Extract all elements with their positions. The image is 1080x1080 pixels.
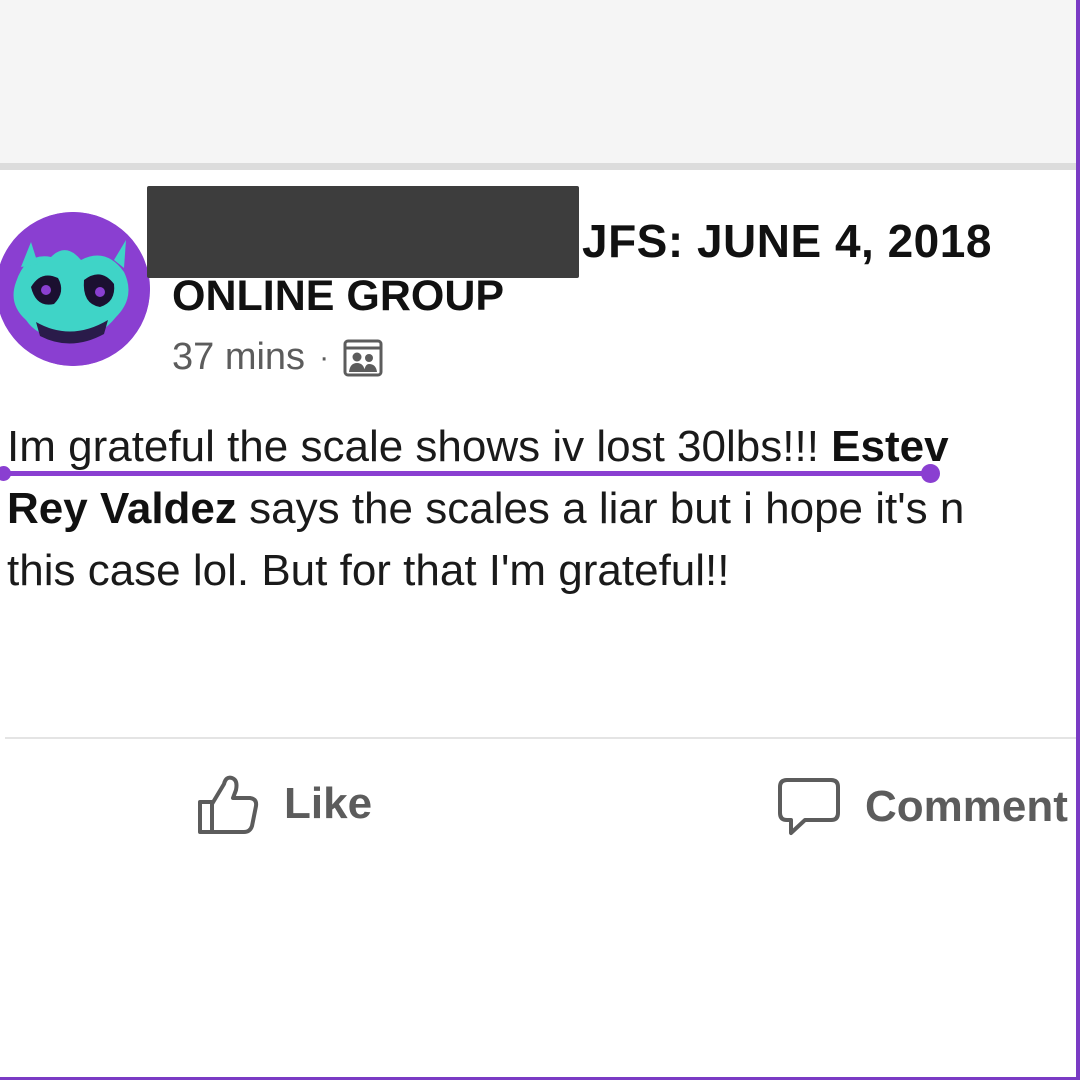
group-title-line2[interactable]: ONLINE GROUP bbox=[172, 272, 504, 321]
top-divider bbox=[0, 163, 1080, 170]
post-body-text-2: says the scales a liar but i hope it's n bbox=[236, 484, 965, 533]
post-body-text-1: Im grateful the scale shows iv lost 30lb… bbox=[7, 422, 832, 471]
top-band bbox=[0, 0, 1080, 165]
like-label: Like bbox=[284, 779, 373, 828]
mention-link-2[interactable]: Rey Valdez bbox=[7, 484, 237, 533]
post-body-line3: this case lol. But for that I'm grateful… bbox=[7, 546, 730, 595]
comment-button[interactable]: Comment bbox=[777, 776, 1068, 838]
group-icon bbox=[343, 338, 383, 378]
group-title-line1[interactable]: JFS: JUNE 4, 2018 bbox=[582, 214, 992, 268]
post-screenshot: JFS: JUNE 4, 2018 ONLINE GROUP 37 mins ·… bbox=[0, 0, 1080, 1080]
thumbs-up-icon bbox=[198, 775, 259, 834]
highlight-knob-right bbox=[921, 464, 940, 483]
post-body-line1: Im grateful the scale shows iv lost 30lb… bbox=[7, 416, 1080, 478]
meta-separator: · bbox=[319, 340, 330, 374]
post-body-line2: Rey Valdez says the scales a liar but i … bbox=[7, 478, 1080, 540]
speech-bubble-icon bbox=[778, 778, 840, 835]
redacted-block bbox=[147, 186, 579, 278]
post-body: Im grateful the scale shows iv lost 30lb… bbox=[7, 416, 1080, 602]
action-divider bbox=[5, 737, 1080, 739]
post-time[interactable]: 37 mins bbox=[172, 336, 305, 379]
comment-label: Comment bbox=[865, 782, 1068, 831]
group-avatar[interactable] bbox=[0, 212, 150, 366]
right-border bbox=[1076, 0, 1080, 1080]
post-meta: 37 mins · bbox=[172, 336, 383, 379]
highlight-underline bbox=[4, 471, 931, 476]
like-button[interactable]: Like bbox=[196, 772, 372, 836]
